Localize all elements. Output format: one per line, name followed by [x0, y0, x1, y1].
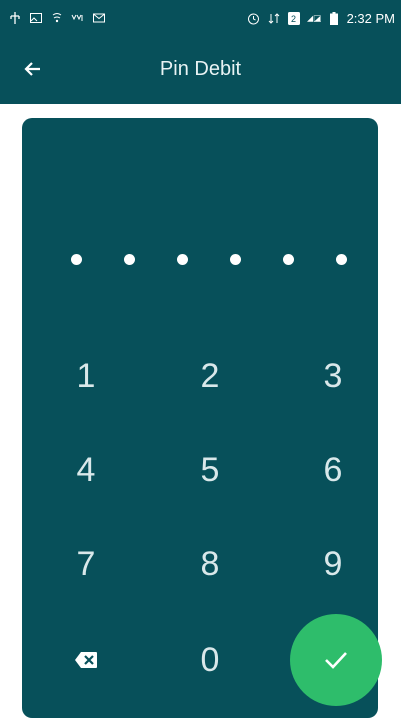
key-4[interactable]: 4 [46, 440, 126, 500]
usb-icon [8, 11, 22, 25]
key-9[interactable]: 9 [293, 534, 373, 594]
status-time: 2:32 PM [346, 10, 395, 26]
pin-dot [177, 254, 188, 265]
alarm-icon [247, 11, 261, 25]
status-bar: 2 2:32 PM [0, 0, 401, 36]
pin-pad-card: 1 2 3 4 5 6 7 8 9 0 [22, 118, 382, 718]
status-icons-left [8, 11, 106, 25]
key-6[interactable]: 6 [293, 440, 373, 500]
backspace-icon [75, 652, 97, 668]
pin-dot [230, 254, 241, 265]
app-bar: Pin Debit [0, 36, 401, 104]
signal-icon [306, 11, 321, 25]
battery-icon [327, 11, 341, 25]
backspace-button[interactable] [46, 630, 126, 690]
svg-text:2: 2 [291, 14, 296, 24]
yupp-icon [71, 11, 85, 25]
pin-dot [283, 254, 294, 265]
status-icons-right: 2 2:32 PM [247, 11, 395, 26]
mail-icon [92, 11, 106, 25]
wifi-call-icon [50, 11, 64, 25]
sim2-icon: 2 [287, 11, 301, 25]
key-2[interactable]: 2 [170, 346, 250, 406]
pin-dot [336, 254, 347, 265]
key-7[interactable]: 7 [46, 534, 126, 594]
key-5[interactable]: 5 [170, 440, 250, 500]
pin-dots [22, 254, 378, 270]
check-icon [325, 652, 347, 669]
pin-dot [71, 254, 82, 265]
image-icon [29, 11, 43, 25]
pin-dot [124, 254, 135, 265]
data-icon [267, 11, 281, 25]
key-3[interactable]: 3 [293, 346, 373, 406]
key-8[interactable]: 8 [170, 534, 250, 594]
key-0[interactable]: 0 [170, 630, 250, 690]
page-title: Pin Debit [159, 58, 242, 80]
confirm-button[interactable] [290, 614, 382, 706]
key-1[interactable]: 1 [46, 346, 126, 406]
